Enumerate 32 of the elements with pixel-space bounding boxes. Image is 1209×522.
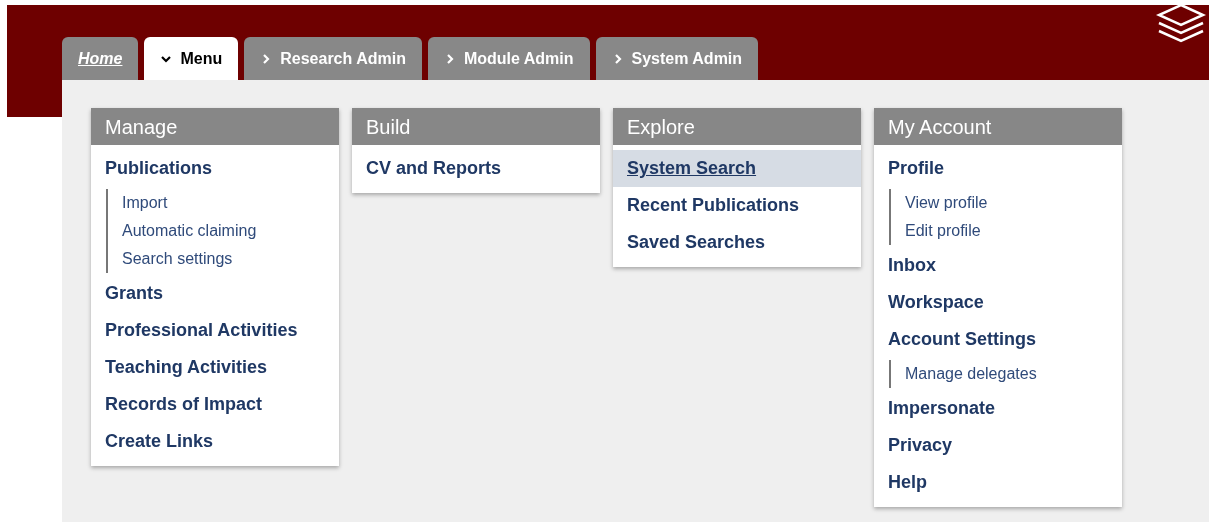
menu-link[interactable]: Privacy: [874, 427, 1122, 464]
column-header: Build: [352, 108, 600, 145]
menu-link[interactable]: Workspace: [874, 284, 1122, 321]
submenu-link[interactable]: Search settings: [108, 245, 339, 273]
menu-link[interactable]: Create Links: [91, 423, 339, 460]
menu-link[interactable]: System Search: [613, 150, 861, 187]
column-header: My Account: [874, 108, 1122, 145]
column-header: Manage: [91, 108, 339, 145]
menu-link[interactable]: Saved Searches: [613, 224, 861, 261]
menu-tab[interactable]: Menu: [144, 37, 239, 80]
menu-link[interactable]: Impersonate: [874, 390, 1122, 427]
menu-link[interactable]: Recent Publications: [613, 187, 861, 224]
column-header: Explore: [613, 108, 861, 145]
submenu-link[interactable]: Automatic claiming: [108, 217, 339, 245]
menu-link[interactable]: Account Settings: [874, 321, 1122, 358]
submenu-link[interactable]: View profile: [891, 189, 1122, 217]
menu-link[interactable]: Inbox: [874, 247, 1122, 284]
menu-link[interactable]: Records of Impact: [91, 386, 339, 423]
menu-link[interactable]: Teaching Activities: [91, 349, 339, 386]
menu-link[interactable]: Grants: [91, 275, 339, 312]
menu-link[interactable]: Profile: [874, 150, 1122, 187]
home-tab[interactable]: Home: [62, 37, 139, 80]
menu-tab[interactable]: System Admin: [595, 37, 759, 80]
submenu-link[interactable]: Import: [108, 189, 339, 217]
menu-link[interactable]: Publications: [91, 150, 339, 187]
submenu-link[interactable]: Manage delegates: [891, 360, 1122, 388]
menu-link[interactable]: CV and Reports: [352, 150, 600, 187]
menu-link[interactable]: Professional Activities: [91, 312, 339, 349]
menu-link[interactable]: Help: [874, 464, 1122, 501]
submenu-link[interactable]: Edit profile: [891, 217, 1122, 245]
menu-tab[interactable]: Module Admin: [427, 37, 590, 80]
menu-tab[interactable]: Research Admin: [244, 37, 422, 80]
